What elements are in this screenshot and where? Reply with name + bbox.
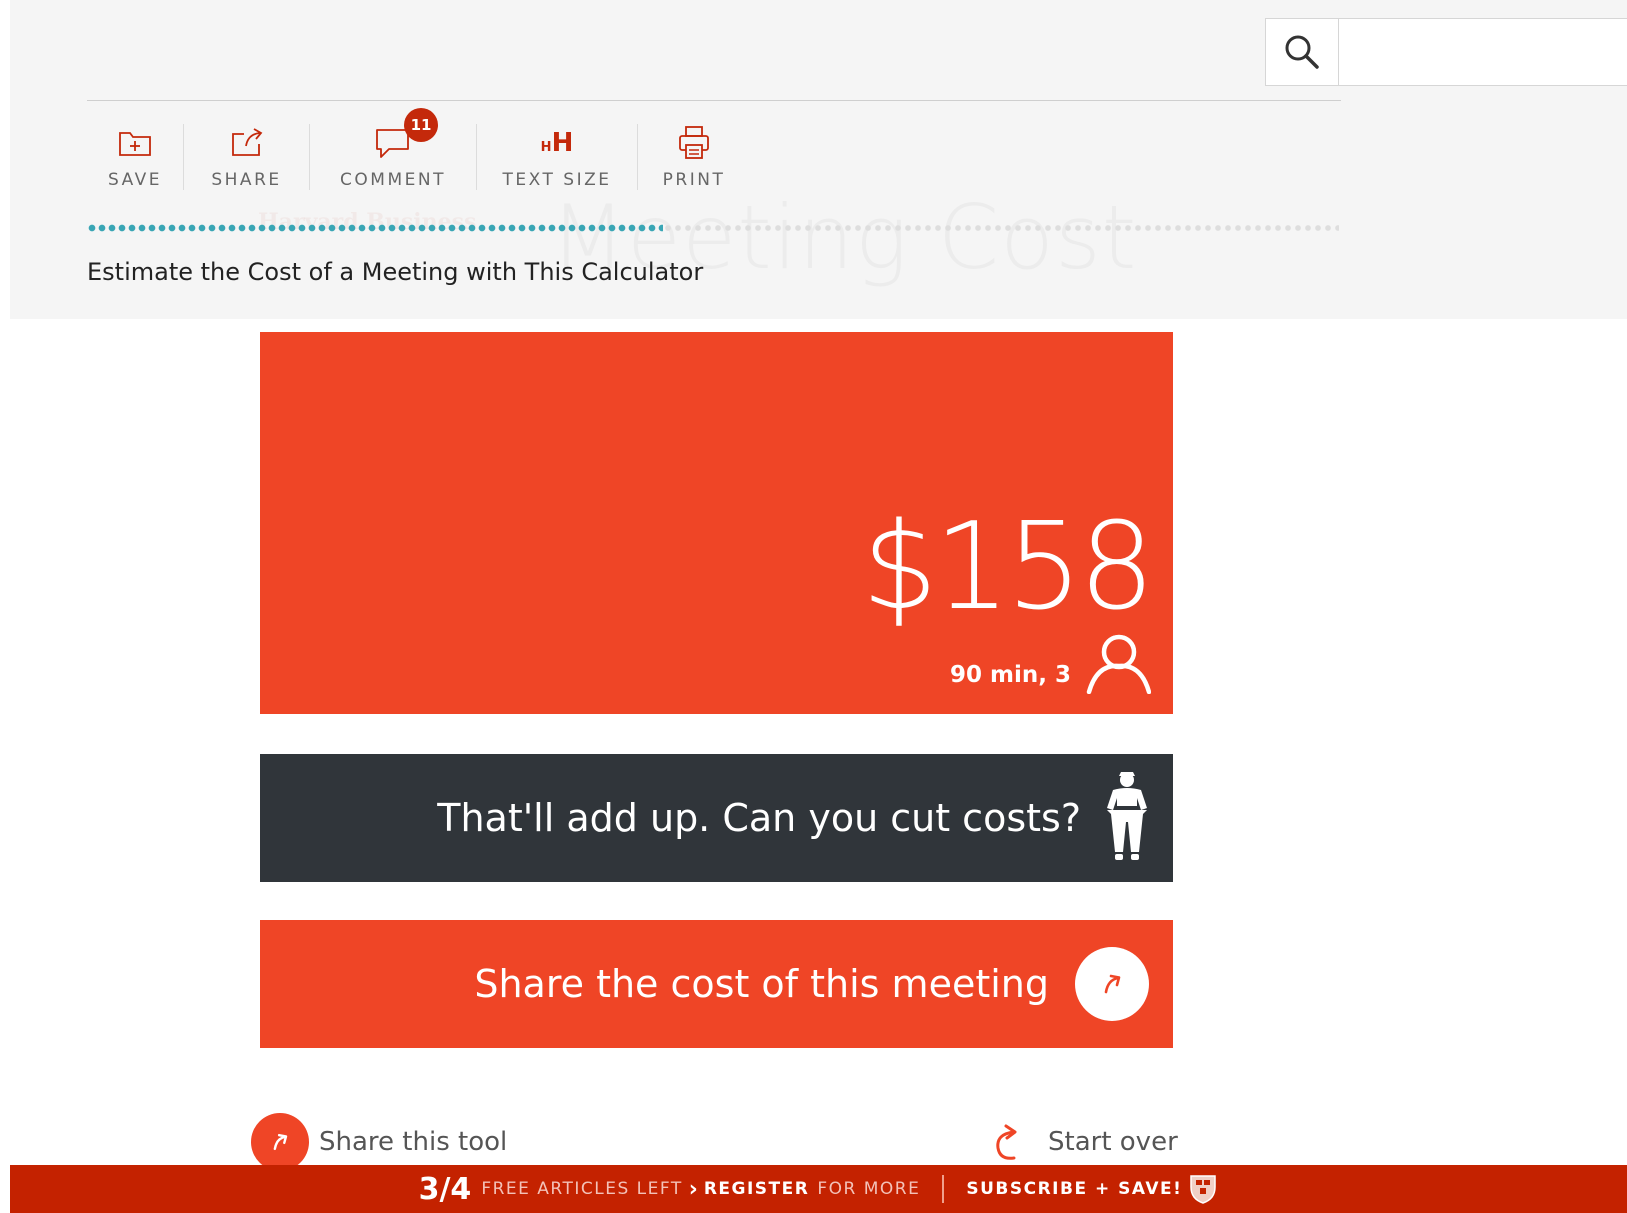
restart-arrow-icon xyxy=(996,1124,1017,1160)
search-button[interactable] xyxy=(1266,19,1339,85)
search-icon xyxy=(1285,35,1319,69)
cost-amount: $158 xyxy=(861,498,1155,637)
comment-label: COMMENT xyxy=(340,170,446,190)
ghost-brand-logo: Harvard Business xyxy=(258,209,477,235)
banner-divider xyxy=(942,1175,945,1203)
save-folder-icon xyxy=(119,132,151,156)
metering-banner: 3/4 FREE ARTICLES LEFT › REGISTER FOR MO… xyxy=(10,1165,1627,1213)
advice-bar: That'll add up. Can you cut costs? xyxy=(260,754,1173,882)
search-input[interactable] xyxy=(1342,27,1627,79)
article-title: Estimate the Cost of a Meeting with This… xyxy=(87,258,704,286)
share-label: SHARE xyxy=(211,170,282,190)
share-tool-badge xyxy=(251,1113,309,1171)
printer-icon xyxy=(679,126,709,159)
print-button[interactable]: PRINT xyxy=(638,120,750,192)
share-arrow-icon xyxy=(1104,974,1121,994)
chevron-right-icon: › xyxy=(688,1176,698,1202)
article-toolbar: SAVE SHARE 11 COMMENT HH TEXT SIZE PRINT xyxy=(87,108,750,192)
share-arrow-badge xyxy=(1075,947,1149,1021)
free-articles-count: 3/4 xyxy=(418,1171,472,1207)
search-box[interactable] xyxy=(1265,18,1627,86)
progress-remaining xyxy=(662,224,1339,232)
for-more-text: FOR MORE xyxy=(817,1179,921,1199)
share-button[interactable]: SHARE xyxy=(184,120,309,192)
meeting-cost-card: $158 90 min, 3 xyxy=(260,332,1173,714)
share-cost-label: Share the cost of this meeting xyxy=(474,962,1049,1006)
divider xyxy=(87,100,1341,101)
register-link[interactable]: REGISTER xyxy=(704,1179,810,1199)
save-button[interactable]: SAVE xyxy=(87,120,183,192)
subscribe-link[interactable]: SUBSCRIBE + SAVE! xyxy=(966,1179,1182,1199)
reading-progress xyxy=(87,224,1339,232)
share-tool-link[interactable]: Share this tool xyxy=(251,1113,507,1171)
share-cost-button[interactable]: Share the cost of this meeting xyxy=(260,920,1173,1048)
progress-filled xyxy=(87,224,663,232)
free-articles-text: FREE ARTICLES LEFT xyxy=(481,1179,683,1199)
comment-count-badge: 11 xyxy=(404,108,438,142)
person-icon xyxy=(1086,634,1151,694)
shield-crest-icon xyxy=(1190,1175,1217,1204)
save-label: SAVE xyxy=(107,170,163,190)
cost-meta: 90 min, 3 xyxy=(950,634,1151,694)
text-size-button[interactable]: HH TEXT SIZE xyxy=(477,120,637,192)
advice-text: That'll add up. Can you cut costs? xyxy=(437,796,1081,840)
comment-button[interactable]: 11 COMMENT xyxy=(310,108,476,192)
start-over-label: Start over xyxy=(1048,1127,1178,1157)
cost-meta-text: 90 min, 3 xyxy=(950,662,1071,688)
text-size-icon: HH xyxy=(540,128,574,158)
share-tool-label: Share this tool xyxy=(319,1127,508,1157)
share-arrow-icon xyxy=(273,1133,288,1151)
person-pants-icon xyxy=(1107,772,1147,860)
start-over-link[interactable]: Start over xyxy=(990,1120,1178,1164)
share-box-icon xyxy=(231,128,262,156)
